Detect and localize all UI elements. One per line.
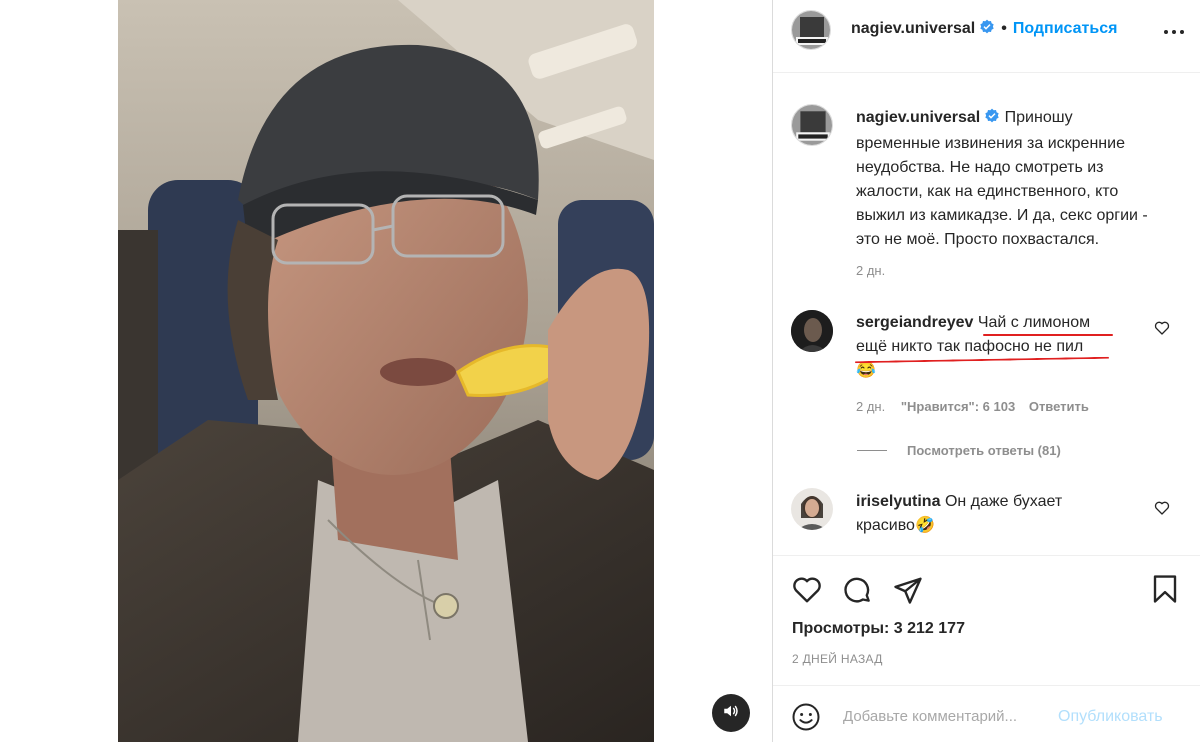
post-actions-bar xyxy=(773,555,1200,556)
comment-text-line2: красиво xyxy=(856,517,915,534)
author-avatar[interactable] xyxy=(791,10,831,50)
author-username[interactable]: nagiev.universal xyxy=(851,20,975,37)
caption-timestamp: 2 дн. xyxy=(856,263,886,278)
comment-input[interactable] xyxy=(843,708,1053,725)
comment-emoji: 🤣 xyxy=(914,517,935,534)
comment-text-line1: Он даже бухает xyxy=(944,493,1063,510)
publish-button[interactable]: Опубликовать xyxy=(1058,708,1163,726)
comment-text-line2: ещё никто так пафосно не пил xyxy=(856,338,1084,355)
views-count[interactable]: Просмотры: 3 212 177 xyxy=(792,620,965,638)
comment-username[interactable]: sergeiandreyev xyxy=(856,314,973,331)
red-underline-annotation xyxy=(983,334,1113,336)
follow-button[interactable]: Подписаться xyxy=(1013,20,1118,37)
volume-icon xyxy=(722,702,740,725)
emoji-icon[interactable] xyxy=(791,702,821,737)
view-replies-button[interactable]: Посмотреть ответы (81) xyxy=(907,443,1061,458)
view-replies-line xyxy=(857,450,887,451)
comment-username[interactable]: iriselyutina xyxy=(856,493,940,510)
post-header: nagiev.universal • Подписаться xyxy=(773,0,1200,73)
post-sidebar: nagiev.universal • Подписаться nagiev.univ… xyxy=(773,0,1200,742)
bookmark-icon[interactable] xyxy=(1150,573,1180,610)
more-options-icon[interactable] xyxy=(1162,20,1186,49)
comment-item: iriselyutina Он даже бухает красиво🤣 xyxy=(856,490,1126,538)
commenter-avatar[interactable] xyxy=(791,488,833,530)
video-frame xyxy=(118,0,654,742)
post-video[interactable] xyxy=(118,0,654,742)
separator-dot: • xyxy=(1001,20,1007,37)
volume-button[interactable] xyxy=(712,694,750,732)
post-date: 2 ДНЕЙ НАЗАД xyxy=(792,652,883,666)
comment-emoji: 😂 xyxy=(856,362,876,379)
verified-badge-icon xyxy=(979,19,995,40)
comment-like-heart-icon[interactable] xyxy=(1154,320,1170,341)
comment-meta: 2 дн. "Нравится": 6 103 Ответить xyxy=(856,399,1089,414)
caption-author-avatar[interactable] xyxy=(791,104,833,146)
commenter-avatar[interactable] xyxy=(791,310,833,352)
comment-item: sergeiandreyev Чай с лимоном ещё никто т… xyxy=(856,311,1136,383)
comment-timestamp: 2 дн. xyxy=(856,399,886,414)
caption-text: Приношу временные извинения за искренние… xyxy=(856,109,1148,248)
share-icon[interactable] xyxy=(892,575,924,610)
comment-reply-button[interactable]: Ответить xyxy=(1029,399,1089,414)
verified-badge-icon xyxy=(984,108,1000,132)
comment-text-line1: Чай с лимоном xyxy=(977,314,1091,331)
comment-composer: Опубликовать xyxy=(773,685,1200,743)
comment-like-heart-icon[interactable] xyxy=(1154,500,1170,521)
comment-likes-count[interactable]: "Нравится": 6 103 xyxy=(901,399,1015,414)
caption-username[interactable]: nagiev.universal xyxy=(856,109,980,126)
heart-icon[interactable] xyxy=(791,575,823,610)
comment-icon[interactable] xyxy=(842,575,874,610)
post-caption: nagiev.universal Приношу временные извин… xyxy=(856,106,1156,252)
